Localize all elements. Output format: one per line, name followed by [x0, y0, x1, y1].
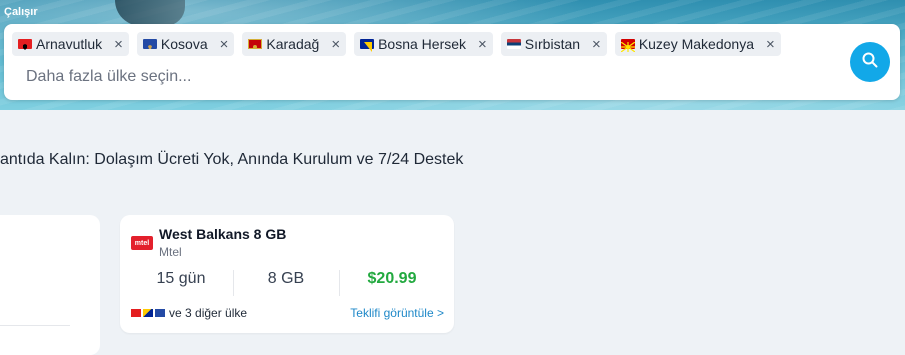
albania-flag-icon [131, 309, 141, 317]
serbia-flag-icon [506, 39, 521, 49]
albania-flag-icon [18, 39, 32, 50]
chip-arnavutluk: Arnavutluk × [12, 32, 129, 56]
remove-chip-icon[interactable]: × [766, 37, 775, 52]
plan-stats: 15 gün 8 GB $20.99 [120, 270, 454, 298]
chip-sirbistan: Sırbistan × [500, 32, 607, 56]
benefits-headline: antıda Kalın: Dolaşım Ücreti Yok, Anında… [0, 151, 464, 168]
chip-label: Sırbistan [524, 36, 581, 52]
kosovo-flag-icon [142, 39, 157, 49]
country-search-input[interactable] [26, 66, 586, 88]
chip-kosova: Kosova × [136, 32, 235, 56]
chip-label: Bosna Hersek [378, 36, 467, 52]
kosovo-flag-icon [155, 309, 165, 317]
north-macedonia-flag-icon [620, 39, 636, 53]
chip-label: Karadağ [266, 36, 320, 52]
plan-price: $20.99 [367, 270, 417, 287]
remove-chip-icon[interactable]: × [220, 37, 229, 52]
chip-label: Kuzey Makedonya [638, 36, 754, 52]
divider [0, 325, 70, 326]
chip-kuzey-makedonya: Kuzey Makedonya × [614, 32, 781, 56]
remove-chip-icon[interactable]: × [114, 37, 123, 52]
bosnia-flag-icon [360, 39, 375, 52]
search-button[interactable] [850, 42, 890, 82]
plan-card[interactable]: mtel West Balkans 8 GB Mtel 15 gün 8 GB … [120, 215, 454, 333]
chip-label: Kosova [160, 36, 208, 52]
bosnia-flag-icon [143, 309, 153, 317]
country-search-box: Arnavutluk × Kosova × Karadağ × Bosna He… [4, 24, 900, 100]
chip-bosna-hersek: Bosna Hersek × [354, 32, 493, 56]
plan-provider: Mtel [159, 245, 182, 259]
hero-label: Çalışır [4, 6, 38, 18]
plan-card-partial[interactable] [0, 215, 100, 355]
countries-text: ve 3 diğer ülke [169, 306, 248, 320]
plan-data: 8 GB [267, 270, 305, 287]
view-offer-link[interactable]: Teklifi görüntüle > [350, 306, 444, 320]
plan-title: West Balkans 8 GB [159, 226, 287, 242]
selected-countries: Arnavutluk × Kosova × Karadağ × Bosna He… [12, 32, 781, 56]
chip-karadag: Karadağ × [242, 32, 347, 56]
plan-countries: ve 3 diğer ülke [131, 306, 247, 320]
chip-label: Arnavutluk [36, 36, 103, 52]
plan-duration: 15 gün [156, 270, 206, 287]
search-icon [861, 51, 879, 74]
mtel-logo: mtel [131, 236, 153, 250]
remove-chip-icon[interactable]: × [478, 37, 487, 52]
montenegro-flag-icon [248, 39, 263, 49]
remove-chip-icon[interactable]: × [331, 37, 340, 52]
remove-chip-icon[interactable]: × [592, 37, 601, 52]
